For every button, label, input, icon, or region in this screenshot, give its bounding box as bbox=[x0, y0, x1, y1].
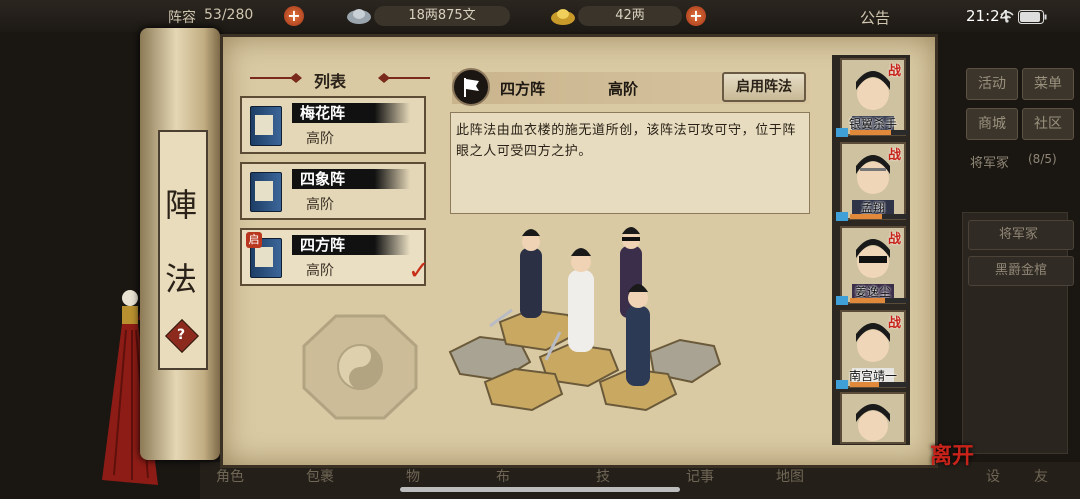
hero-hp-bar bbox=[850, 214, 908, 219]
nav-role[interactable]: 角色 bbox=[216, 466, 244, 486]
formation-item-name: 四象阵 bbox=[292, 169, 410, 189]
nav-settings[interactable]: 设 bbox=[986, 466, 1000, 486]
add-gold-button[interactable]: + bbox=[686, 6, 706, 26]
book-icon bbox=[250, 172, 282, 212]
book-icon bbox=[250, 106, 282, 146]
page-title-char-1: 陣 bbox=[164, 186, 197, 224]
announcement-button[interactable]: 公告 bbox=[860, 7, 890, 28]
list-header-title: 列表 bbox=[314, 72, 347, 91]
shop-button[interactable]: 商城 bbox=[966, 108, 1018, 140]
silver-icon bbox=[346, 5, 372, 27]
menu-button[interactable]: 菜单 bbox=[1022, 68, 1074, 100]
formation-description: 此阵法由血衣楼的施无道所创，该阵法可攻可守，位于阵眼之人可受四方之护。 bbox=[456, 123, 797, 159]
hero-card[interactable]: 战 姜逸尘 bbox=[840, 226, 906, 304]
detail-formation-name: 四方阵 bbox=[500, 80, 546, 98]
page-title-char-2: 法 bbox=[164, 260, 197, 298]
hero-card[interactable]: 战 南宫靖一 bbox=[840, 310, 906, 388]
hero-status: 战 bbox=[888, 148, 902, 163]
help-icon[interactable]: ? bbox=[170, 324, 192, 346]
general-count: (8/5) bbox=[1028, 152, 1057, 166]
formation-item-name: 梅花阵 bbox=[292, 103, 410, 123]
level-badge bbox=[836, 380, 848, 389]
community-button[interactable]: 社区 bbox=[1022, 108, 1074, 140]
nav-skill[interactable]: 技 bbox=[596, 466, 610, 486]
list-header: 列表 bbox=[250, 66, 430, 91]
hero-status: 战 bbox=[888, 64, 902, 79]
battery-icon bbox=[1018, 9, 1048, 24]
hero-hp-bar bbox=[850, 298, 908, 303]
silver-amount: 18两875文 bbox=[374, 6, 510, 26]
bagua-icon bbox=[300, 312, 420, 422]
hero-hp-bar bbox=[850, 130, 908, 135]
hero-status: 战 bbox=[888, 316, 902, 331]
home-indicator[interactable] bbox=[400, 487, 680, 492]
formation-item-sixiang[interactable]: 四象阵 高阶 bbox=[240, 162, 426, 220]
formation-item-name: 四方阵 bbox=[292, 235, 410, 255]
hero-status: 战 bbox=[888, 232, 902, 247]
enabled-badge: 启 bbox=[246, 232, 262, 248]
black-coffin-button[interactable]: 黑爵金棺 bbox=[968, 256, 1074, 286]
formation-item-meihua[interactable]: 梅花阵 高阶 bbox=[240, 96, 426, 154]
nav-bag[interactable]: 包裹 bbox=[306, 466, 334, 486]
checkmark-icon: ✓ bbox=[408, 256, 430, 286]
troops-value: 53/280 bbox=[204, 7, 254, 23]
general-house-button[interactable]: 将军冢 bbox=[968, 220, 1074, 250]
formation-item-sifang[interactable]: 启 四方阵 高阶 ✓ bbox=[240, 228, 430, 286]
formation-item-tier: 高阶 bbox=[306, 197, 334, 213]
formation-item-tier: 高阶 bbox=[306, 131, 334, 147]
add-troops-button[interactable]: + bbox=[284, 6, 304, 26]
activity-button[interactable]: 活动 bbox=[966, 68, 1018, 100]
general-house-label: 将军冢 bbox=[970, 156, 1010, 171]
nav-friends[interactable]: 友 bbox=[1034, 466, 1048, 486]
level-badge bbox=[836, 128, 848, 137]
flag-icon bbox=[452, 68, 490, 106]
gold-amount: 42两 bbox=[578, 6, 682, 26]
formation-illustration bbox=[440, 222, 730, 432]
leave-button[interactable]: 离开 bbox=[930, 438, 974, 470]
gold-icon bbox=[550, 5, 576, 27]
nav-item[interactable]: 物 bbox=[406, 466, 420, 486]
hero-card[interactable] bbox=[840, 392, 906, 444]
hero-hp-bar bbox=[850, 382, 908, 387]
detail-formation-tier: 高阶 bbox=[608, 80, 639, 98]
formation-item-tier: 高阶 bbox=[306, 263, 334, 279]
troops-label: 阵容 bbox=[168, 10, 196, 26]
wifi-icon bbox=[1000, 9, 1014, 23]
nav-formation[interactable]: 布 bbox=[496, 466, 510, 486]
enable-formation-button[interactable]: 启用阵法 bbox=[722, 72, 806, 102]
hero-card[interactable]: 战 银翼杀手 bbox=[840, 58, 906, 136]
hero-portrait bbox=[856, 404, 890, 441]
nav-map[interactable]: 地图 bbox=[776, 466, 804, 486]
level-badge bbox=[836, 296, 848, 305]
nav-journal[interactable]: 记事 bbox=[686, 466, 714, 486]
level-badge bbox=[836, 212, 848, 221]
hero-card[interactable]: 战 孟翔 bbox=[840, 142, 906, 220]
